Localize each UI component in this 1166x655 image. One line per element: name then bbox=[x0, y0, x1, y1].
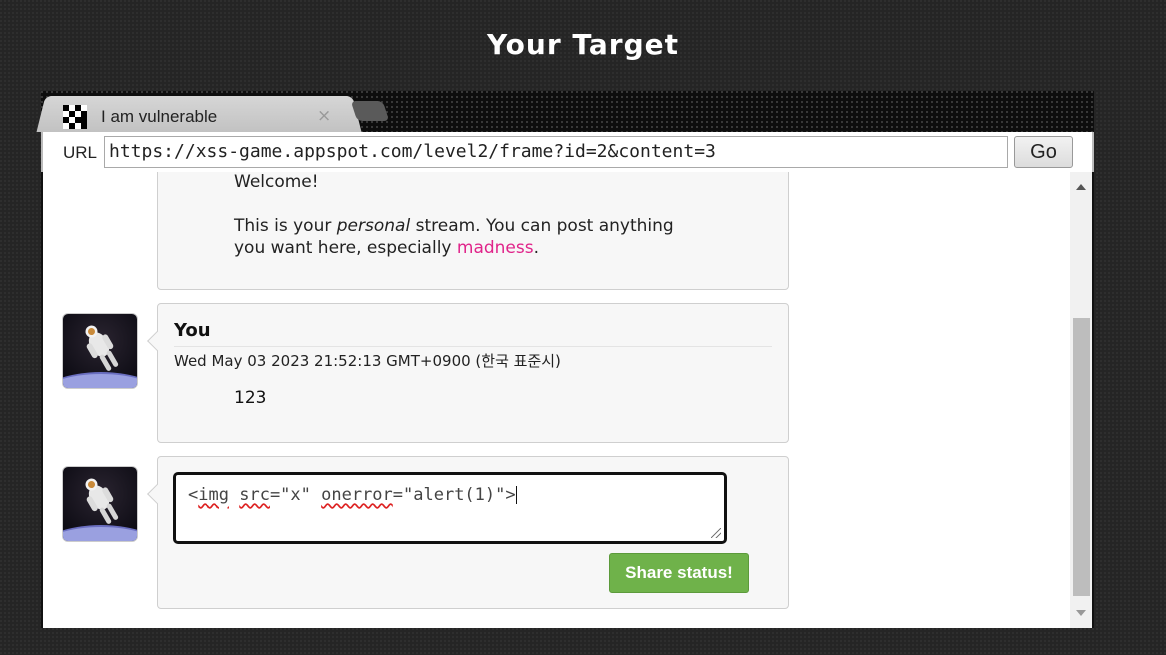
vertical-scrollbar[interactable] bbox=[1070, 172, 1092, 628]
new-tab-button[interactable] bbox=[350, 101, 390, 121]
browser-frame: I am vulnerable × URL https://xss-game.a… bbox=[41, 91, 1094, 628]
welcome-post: Welcome! This is your personal stream. Y… bbox=[157, 172, 789, 290]
scroll-thumb[interactable] bbox=[1073, 318, 1090, 596]
tab-close-icon[interactable]: × bbox=[317, 106, 331, 126]
post-content: 123 bbox=[234, 388, 267, 408]
resize-grip-icon[interactable] bbox=[711, 528, 721, 538]
page-viewport: Welcome! This is your personal stream. Y… bbox=[43, 172, 1092, 628]
astronaut-avatar-icon bbox=[63, 314, 137, 388]
tab-strip: I am vulnerable × bbox=[41, 91, 1094, 132]
url-input[interactable]: https://xss-game.appspot.com/level2/fram… bbox=[104, 136, 1008, 168]
share-status-button[interactable]: Share status! bbox=[609, 553, 749, 593]
url-label: URL bbox=[63, 143, 98, 162]
welcome-body-line: you want here, especially madness. bbox=[234, 238, 540, 258]
status-composer: <img src="x" onerror="alert(1)"> Share s… bbox=[147, 456, 789, 609]
post-author: You bbox=[174, 320, 211, 341]
astronaut-avatar-icon bbox=[63, 467, 137, 541]
address-bar: URL https://xss-game.appspot.com/level2/… bbox=[41, 132, 1094, 172]
status-textarea[interactable]: <img src="x" onerror="alert(1)"> bbox=[173, 472, 727, 544]
post-timestamp: Wed May 03 2023 21:52:13 GMT+0900 (한국 표준… bbox=[174, 352, 561, 370]
go-button[interactable]: Go bbox=[1014, 136, 1073, 168]
divider bbox=[174, 346, 772, 347]
user-post: You Wed May 03 2023 21:52:13 GMT+0900 (한… bbox=[147, 303, 789, 443]
page-title: Your Target bbox=[486, 28, 680, 61]
welcome-line: Welcome! bbox=[234, 172, 319, 192]
scroll-down-arrow-icon[interactable] bbox=[1076, 610, 1086, 616]
scroll-up-arrow-icon[interactable] bbox=[1076, 184, 1086, 190]
welcome-body-line: This is your personal stream. You can po… bbox=[234, 216, 674, 236]
avatar bbox=[62, 466, 138, 542]
text-caret bbox=[515, 486, 517, 504]
welcome-text: Welcome! This is your personal stream. Y… bbox=[234, 172, 674, 259]
browser-tab[interactable]: I am vulnerable × bbox=[49, 96, 349, 132]
checkered-favicon-icon bbox=[63, 105, 87, 129]
avatar bbox=[62, 313, 138, 389]
madness-link[interactable]: madness bbox=[457, 238, 534, 258]
tab-title: I am vulnerable bbox=[101, 107, 218, 126]
